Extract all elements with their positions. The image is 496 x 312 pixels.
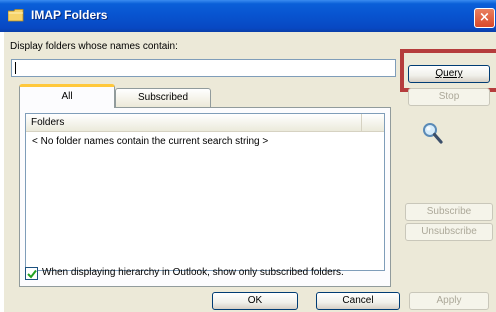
filter-input[interactable]	[11, 59, 396, 77]
column-header-folders[interactable]: Folders	[26, 114, 362, 132]
stop-button[interactable]: Stop	[408, 88, 490, 106]
magnifier-icon	[423, 123, 443, 144]
cancel-button[interactable]: Cancel	[316, 292, 400, 310]
title-bar: IMAP Folders ×	[0, 0, 496, 32]
tab-all[interactable]: All	[19, 84, 115, 108]
checkmark-icon	[27, 269, 37, 279]
subscribed-only-label: When displaying hierarchy in Outlook, sh…	[42, 267, 344, 278]
unsubscribe-button[interactable]: Unsubscribe	[405, 223, 493, 241]
folder-list[interactable]: Folders < No folder names contain the cu…	[25, 113, 385, 271]
dialog-body: Display folders whose names contain: Que…	[4, 32, 496, 312]
list-header: Folders	[26, 114, 384, 132]
tab-subscribed[interactable]: Subscribed	[115, 88, 211, 107]
ok-button[interactable]: OK	[212, 292, 298, 310]
query-button-label: Query	[435, 68, 463, 79]
window-title: IMAP Folders	[31, 8, 108, 22]
filter-label: Display folders whose names contain:	[10, 41, 178, 52]
close-button[interactable]: ×	[474, 8, 495, 28]
close-icon: ×	[479, 10, 490, 25]
query-button[interactable]: Query	[408, 65, 490, 83]
column-header-filler	[363, 114, 384, 132]
list-empty-message: < No folder names contain the current se…	[32, 136, 269, 147]
folder-icon	[8, 9, 24, 22]
apply-button[interactable]: Apply	[409, 292, 489, 310]
subscribe-button[interactable]: Subscribe	[405, 203, 493, 221]
subscribed-only-checkbox[interactable]	[25, 267, 38, 280]
tab-panel: Folders < No folder names contain the cu…	[19, 107, 391, 287]
text-caret	[15, 62, 16, 74]
